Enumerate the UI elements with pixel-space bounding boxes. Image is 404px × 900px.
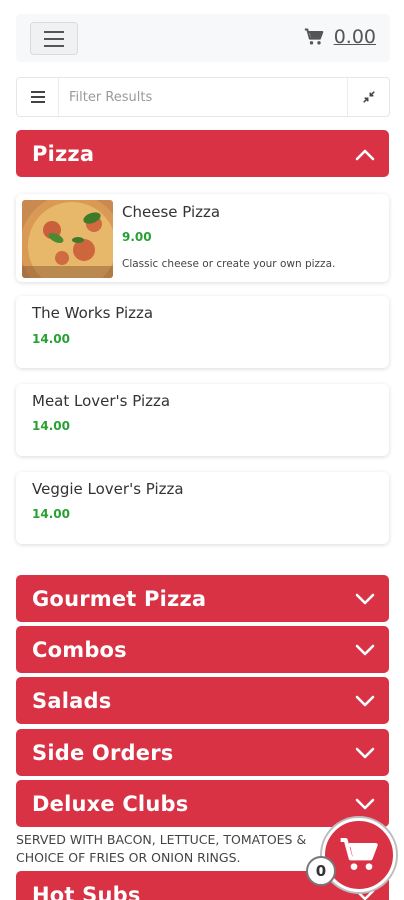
- cart-summary-link[interactable]: 0.00: [304, 26, 376, 48]
- pizza-image: [22, 200, 113, 278]
- collapse-icon[interactable]: [347, 78, 389, 116]
- category-label: Deluxe Clubs: [32, 791, 189, 816]
- cart-icon: [340, 838, 378, 870]
- cart-count-badge: 0: [306, 856, 336, 886]
- hamburger-menu-button[interactable]: [30, 22, 78, 55]
- item-price: 14.00: [32, 419, 70, 433]
- menu-item-the-works-pizza[interactable]: The Works Pizza 14.00: [16, 296, 389, 368]
- floating-cart-button[interactable]: [322, 818, 396, 892]
- category-label: Pizza: [32, 141, 95, 166]
- item-price: 14.00: [32, 507, 70, 521]
- category-header-salads[interactable]: Salads: [16, 677, 389, 724]
- menu-item-cheese-pizza[interactable]: Cheese Pizza 9.00 Classic cheese or crea…: [16, 194, 389, 282]
- chevron-down-icon: [355, 798, 375, 809]
- menu-item-veggie-lovers-pizza[interactable]: Veggie Lover's Pizza 14.00: [16, 472, 389, 544]
- category-label: Gourmet Pizza: [32, 586, 207, 611]
- item-name: The Works Pizza: [32, 304, 154, 322]
- category-header-combos[interactable]: Combos: [16, 626, 389, 673]
- chevron-down-icon: [355, 593, 375, 604]
- item-name: Veggie Lover's Pizza: [32, 480, 184, 498]
- item-name: Cheese Pizza: [122, 203, 221, 221]
- category-subtext: SERVED WITH BACON, LETTUCE, TOMATOES & C…: [16, 832, 307, 865]
- category-label: Side Orders: [32, 740, 174, 765]
- cart-total[interactable]: 0.00: [334, 26, 376, 48]
- filter-input[interactable]: [59, 78, 347, 116]
- category-header-gourmet-pizza[interactable]: Gourmet Pizza: [16, 575, 389, 622]
- chevron-down-icon: [355, 695, 375, 706]
- category-header-deluxe-clubs[interactable]: Deluxe Clubs: [16, 780, 389, 827]
- item-name: Meat Lover's Pizza: [32, 392, 171, 410]
- item-price: 14.00: [32, 332, 70, 346]
- chevron-down-icon: [355, 644, 375, 655]
- category-header-pizza[interactable]: Pizza: [16, 130, 389, 177]
- category-label: Hot Subs: [32, 882, 141, 900]
- category-label: Combos: [32, 637, 127, 662]
- top-bar: 0.00: [16, 14, 390, 62]
- item-price: 9.00: [122, 230, 152, 244]
- hamburger-icon: [44, 30, 64, 33]
- category-header-side-orders[interactable]: Side Orders: [16, 729, 389, 776]
- item-description: Classic cheese or create your own pizza.: [122, 258, 336, 270]
- filter-bar: [16, 77, 390, 117]
- menu-item-meat-lovers-pizza[interactable]: Meat Lover's Pizza 14.00: [16, 384, 389, 456]
- list-icon[interactable]: [17, 78, 59, 116]
- category-label: Salads: [32, 688, 112, 713]
- chevron-up-icon: [355, 149, 375, 160]
- chevron-down-icon: [355, 747, 375, 758]
- cart-icon: [304, 28, 324, 45]
